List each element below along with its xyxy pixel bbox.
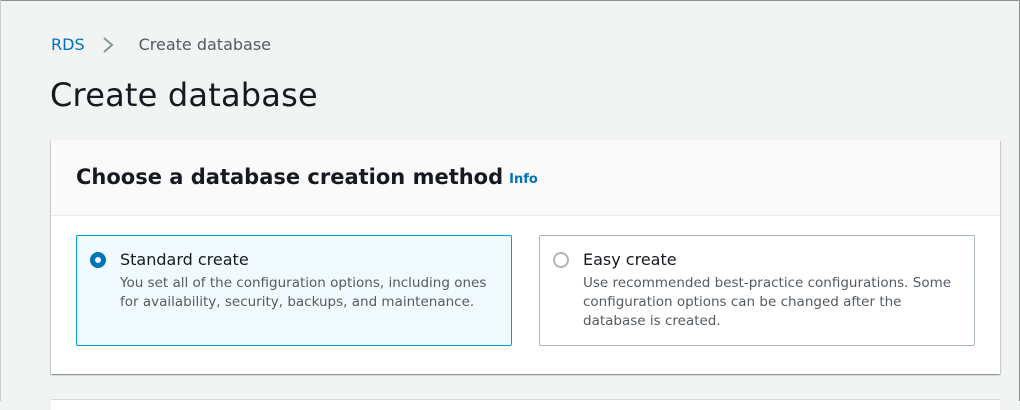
easy-create-description: Use recommended best-practice configurat…: [583, 275, 952, 329]
standard-create-description: You set all of the configuration options…: [120, 275, 487, 310]
creation-method-panel: Choose a database creation method Info St…: [51, 140, 1000, 374]
easy-create-radio[interactable]: [553, 252, 569, 268]
panel-heading: Choose a database creation method Info: [76, 163, 538, 194]
info-link[interactable]: Info: [509, 172, 538, 187]
panel-heading-text: Choose a database creation method: [76, 165, 504, 189]
breadcrumb: RDS Create database: [51, 34, 271, 56]
standard-create-title: Standard create: [120, 250, 249, 269]
easy-create-option[interactable]: Easy create Use recommended best-practic…: [539, 235, 975, 346]
breadcrumb-current: Create database: [138, 35, 272, 54]
window-left-border: [0, 0, 1, 401]
window-top-border: [0, 0, 1020, 1]
panel-header: Choose a database creation method Info: [51, 140, 1000, 216]
easy-create-title: Easy create: [583, 250, 677, 269]
breadcrumb-rds-link[interactable]: RDS: [51, 34, 85, 56]
standard-create-option[interactable]: Standard create You set all of the confi…: [76, 235, 512, 346]
chevron-right-icon: [99, 34, 127, 56]
page-title: Create database: [50, 76, 318, 114]
standard-create-radio[interactable]: [90, 252, 106, 268]
